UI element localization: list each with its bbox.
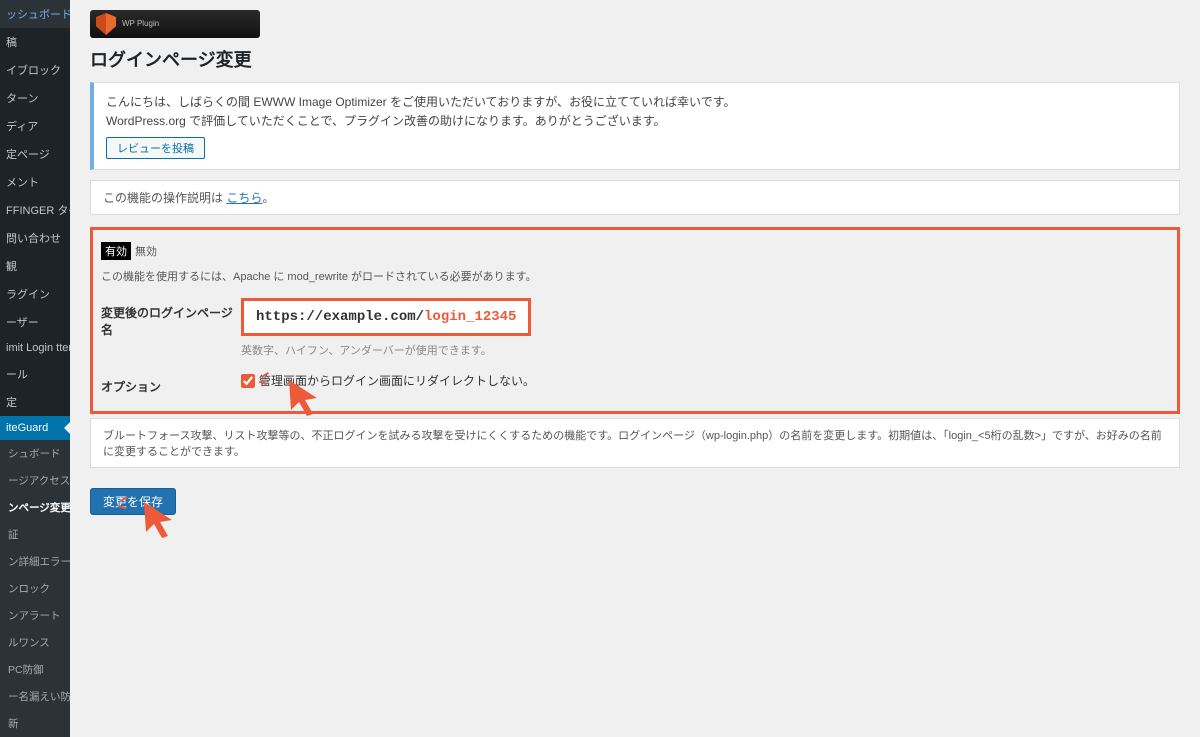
page-title: ログインページ変更 <box>90 46 1180 72</box>
plugin-logo: WP Plugin <box>90 10 260 38</box>
logo-subtitle: WP Plugin <box>122 20 159 28</box>
apache-hint: この機能を使用するには、Apache に mod_rewrite がロードされて… <box>101 268 1169 284</box>
docs-link[interactable]: こちら <box>226 191 262 205</box>
review-notice: こんにちは、しばらくの間 EWWW Image Optimizer をご使用いた… <box>90 82 1180 170</box>
sidebar-subitem[interactable]: シュボード <box>0 440 70 467</box>
annotation-spark-2 <box>124 494 144 514</box>
notice-line1: こんにちは、しばらくの間 EWWW Image Optimizer をご使用いた… <box>106 93 1167 112</box>
sidebar-subitem[interactable]: ンアラート <box>0 602 70 629</box>
feature-footnote: ブルートフォース攻撃、リスト攻撃等の、不正ログインを試みる攻撃を受けにくくするた… <box>90 418 1180 468</box>
toggle-disabled[interactable]: 無効 <box>131 242 161 260</box>
toggle-enabled[interactable]: 有効 <box>101 242 131 260</box>
redirect-option-row[interactable]: 管理画面からログイン画面にリダイレクトしない。 <box>241 372 1169 389</box>
review-button[interactable]: レビューを投稿 <box>106 137 205 159</box>
sidebar-item[interactable]: ッシュボード <box>0 0 70 28</box>
desc-prefix: この機能の操作説明は <box>103 191 226 205</box>
url-base: https://example.com/ <box>256 309 424 325</box>
sidebar-item[interactable]: ーザー <box>0 308 70 336</box>
sidebar-subitem[interactable]: 証 <box>0 521 70 548</box>
sidebar-item[interactable]: imit Login ttempts <box>0 336 70 360</box>
label-login-name: 変更後のログインページ名 <box>101 298 241 338</box>
shield-icon <box>96 13 116 35</box>
description-row: この機能の操作説明は こちら。 <box>90 180 1180 215</box>
sidebar-item[interactable]: ディア <box>0 112 70 140</box>
sidebar-subitem[interactable]: ルワンス <box>0 629 70 656</box>
login-url-input[interactable]: https://example.com/login_12345 <box>241 298 531 336</box>
sidebar-item[interactable]: メント <box>0 168 70 196</box>
sidebar-item[interactable]: ール <box>0 360 70 388</box>
sidebar-subitem[interactable]: ンページ変更 <box>0 494 70 521</box>
sidebar-item[interactable]: 定ページ <box>0 140 70 168</box>
name-hint: 英数字、ハイフン、アンダーバーが使用できます。 <box>241 342 1169 358</box>
admin-sidebar: ッシュボード稿イブロックターンディア定ページメントFFINGER タグ問い合わせ… <box>0 0 70 737</box>
sidebar-subitem[interactable]: PC防御 <box>0 656 70 683</box>
sidebar-subitem[interactable]: ンロック <box>0 575 70 602</box>
sidebar-item[interactable]: 観 <box>0 252 70 280</box>
annotation-spark-1 <box>265 370 285 390</box>
desc-suffix: 。 <box>262 191 274 205</box>
main-content: WP Plugin ログインページ変更 こんにちは、しばらくの間 EWWW Im… <box>70 0 1200 737</box>
sidebar-item[interactable]: 問い合わせ <box>0 224 70 252</box>
sidebar-item[interactable]: FFINGER タグ <box>0 196 70 224</box>
settings-highlight: 有効無効 この機能を使用するには、Apache に mod_rewrite がロ… <box>90 227 1180 414</box>
redirect-checkbox[interactable] <box>241 374 255 388</box>
sidebar-item[interactable]: 稿 <box>0 28 70 56</box>
notice-line2: WordPress.org で評価していただくことで、プラグイン改善の助けになり… <box>106 112 1167 131</box>
option-text: 管理画面からログイン画面にリダイレクトしない。 <box>259 372 535 389</box>
sidebar-subitem[interactable]: ン詳細エラーメッ の無効化 <box>0 548 70 575</box>
sidebar-subitem[interactable]: ー名漏えい防御 <box>0 683 70 710</box>
label-option: オプション <box>101 372 241 395</box>
sidebar-item[interactable]: イブロック <box>0 56 70 84</box>
url-path: login_12345 <box>424 309 516 325</box>
sidebar-item-siteguard[interactable]: iteGuard <box>0 416 70 440</box>
sidebar-subitem[interactable]: 新 <box>0 710 70 737</box>
sidebar-item[interactable]: ラグイン <box>0 280 70 308</box>
sidebar-item[interactable]: 定 <box>0 388 70 416</box>
sidebar-item[interactable]: ターン <box>0 84 70 112</box>
sidebar-subitem[interactable]: ージアクセス制限 <box>0 467 70 494</box>
